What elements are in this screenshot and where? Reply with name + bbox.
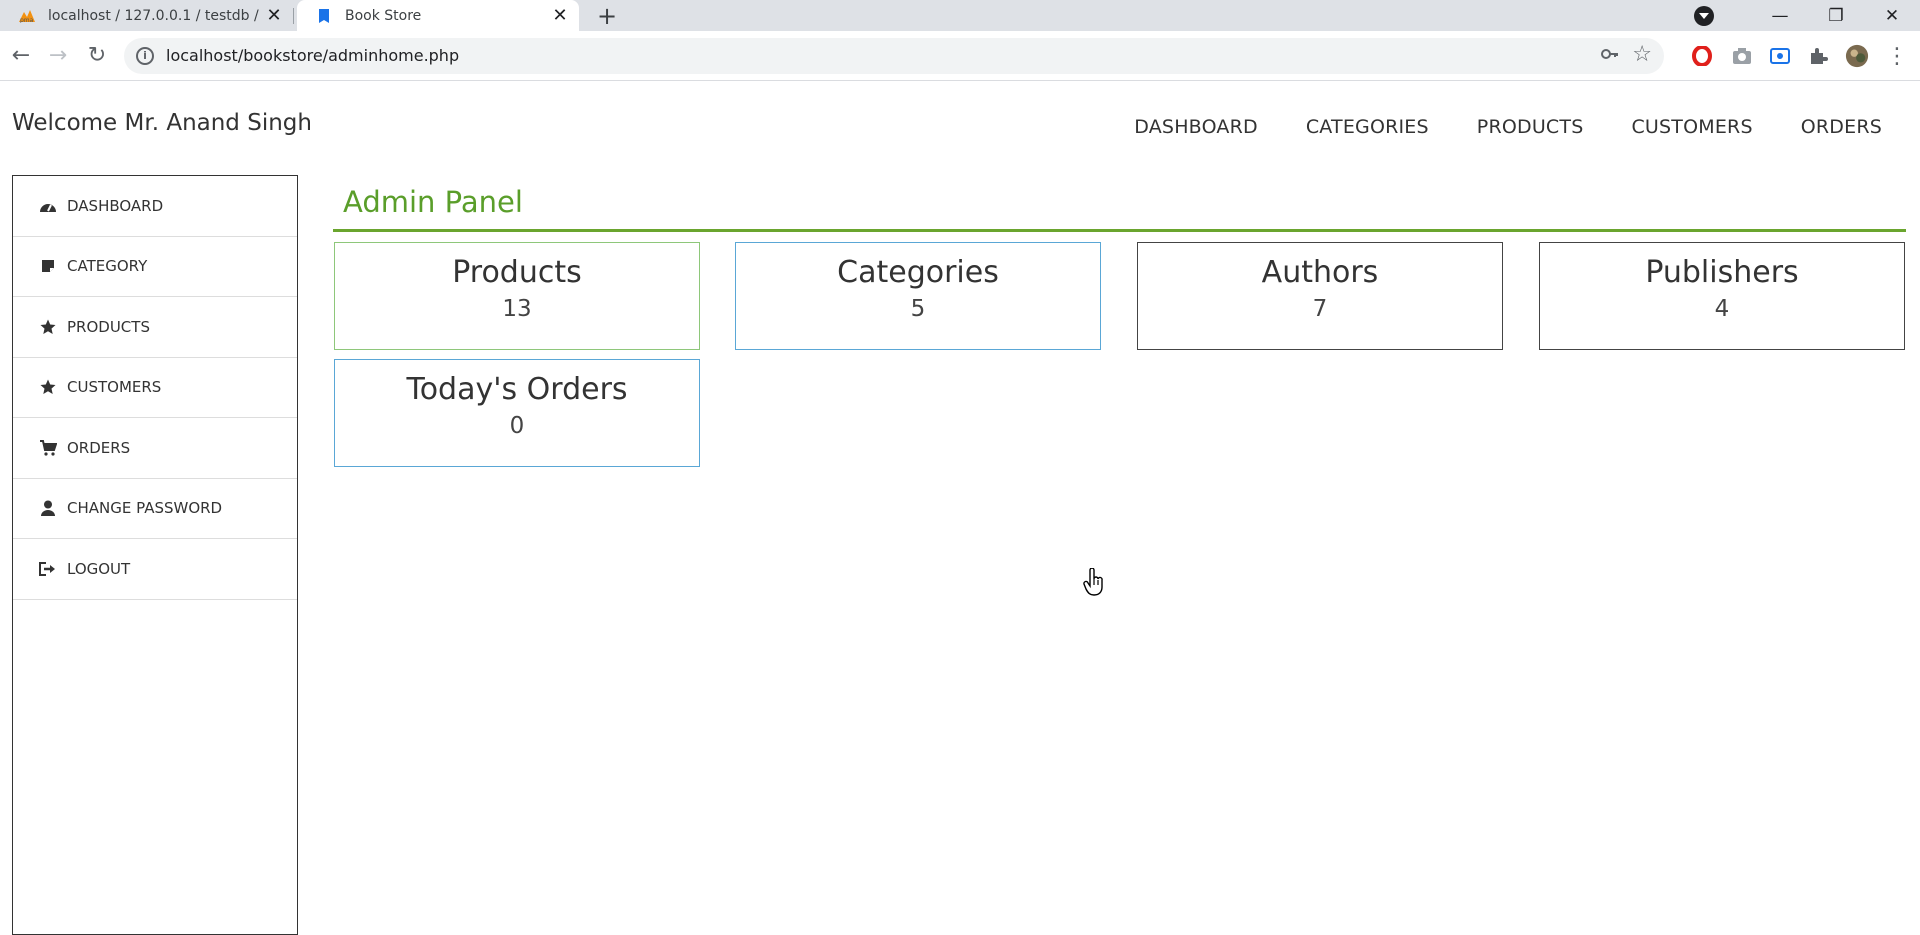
- sidebar-item-label: CUSTOMERS: [67, 378, 162, 397]
- card-title: Publishers: [1645, 255, 1799, 290]
- card-title: Today's Orders: [406, 372, 628, 407]
- browser-tab-bookstore[interactable]: Book Store ✕: [297, 0, 579, 31]
- topnav-customers-link[interactable]: CUSTOMERS: [1631, 116, 1752, 138]
- sidebar-item-label: ORDERS: [67, 438, 131, 457]
- card-value: 13: [502, 296, 532, 322]
- browser-tab-strip: pma localhost / 127.0.0.1 / testdb / or …: [0, 0, 1920, 31]
- cart-icon: [39, 439, 57, 457]
- tab-close-icon[interactable]: ✕: [263, 5, 285, 26]
- publishers-stat-card[interactable]: Publishers 4: [1539, 242, 1905, 350]
- topnav-categories-link[interactable]: CATEGORIES: [1306, 116, 1429, 138]
- address-bar[interactable]: i localhost/bookstore/adminhome.php ☆: [124, 38, 1664, 74]
- opera-extension-icon[interactable]: [1690, 44, 1714, 68]
- sidebar-item-orders[interactable]: ORDERS: [13, 418, 297, 479]
- forward-arrow-icon[interactable]: →: [43, 41, 73, 71]
- media-control-icon[interactable]: [1694, 5, 1714, 26]
- back-arrow-icon[interactable]: ←: [6, 41, 36, 71]
- card-value: 4: [1714, 296, 1730, 322]
- topnav-dashboard-link[interactable]: DASHBOARD: [1134, 116, 1258, 138]
- reload-icon[interactable]: ↻: [82, 41, 112, 71]
- title-divider: [333, 229, 1906, 232]
- sidebar-item-label: DASHBOARD: [67, 196, 164, 215]
- profile-avatar-icon[interactable]: [1845, 44, 1869, 68]
- sidebar-item-customers[interactable]: CUSTOMERS: [13, 358, 297, 418]
- dashboard-icon: [39, 197, 57, 215]
- admin-sidebar: DASHBOARD CATEGORY PRODUCTS CUSTOMERS OR…: [12, 175, 298, 935]
- bookmark-star-icon[interactable]: ☆: [1632, 42, 1652, 67]
- hand-cursor-icon: [1083, 567, 1105, 600]
- sidebar-item-category[interactable]: CATEGORY: [13, 237, 297, 297]
- tab-divider: [293, 8, 294, 24]
- card-value: 0: [509, 413, 525, 439]
- minimize-icon[interactable]: —: [1752, 6, 1808, 26]
- sidebar-item-label: PRODUCTS: [67, 317, 150, 336]
- card-value: 7: [1312, 296, 1328, 322]
- page-title: Admin Panel: [343, 185, 523, 219]
- browser-toolbar: ← → ↻ i localhost/bookstore/adminhome.ph…: [0, 31, 1920, 81]
- welcome-text: Welcome Mr. Anand Singh: [12, 110, 312, 136]
- user-icon: [39, 499, 57, 517]
- top-navigation: DASHBOARD CATEGORIES PRODUCTS CUSTOMERS …: [1134, 116, 1882, 138]
- sidebar-item-label: CATEGORY: [67, 257, 148, 276]
- categories-stat-card[interactable]: Categories 5: [735, 242, 1101, 350]
- book-favicon-icon: [315, 7, 333, 25]
- card-title: Products: [452, 255, 582, 290]
- sidebar-item-products[interactable]: PRODUCTS: [13, 297, 297, 358]
- logout-icon: [39, 560, 57, 578]
- svg-text:pma: pma: [20, 17, 34, 23]
- todays-orders-stat-card[interactable]: Today's Orders 0: [334, 359, 700, 467]
- site-info-icon[interactable]: i: [136, 47, 154, 65]
- browser-menu-icon[interactable]: ⋮: [1885, 44, 1909, 69]
- topnav-orders-link[interactable]: ORDERS: [1801, 116, 1882, 138]
- sidebar-item-logout[interactable]: LOGOUT: [13, 539, 297, 600]
- star-icon: [39, 318, 57, 336]
- tab-close-icon[interactable]: ✕: [549, 5, 571, 26]
- camera-extension-icon[interactable]: [1730, 44, 1754, 68]
- star-icon: [39, 378, 57, 396]
- category-icon: [39, 257, 57, 275]
- tab-title: Book Store: [345, 7, 422, 24]
- key-icon[interactable]: [1600, 44, 1620, 69]
- extensions-puzzle-icon[interactable]: [1806, 44, 1830, 68]
- url-text[interactable]: localhost/bookstore/adminhome.php: [166, 38, 459, 74]
- sidebar-item-change-password[interactable]: CHANGE PASSWORD: [13, 479, 297, 539]
- products-stat-card[interactable]: Products 13: [334, 242, 700, 350]
- new-tab-button[interactable]: +: [592, 2, 622, 30]
- phpmyadmin-favicon-icon: pma: [18, 7, 36, 25]
- card-title: Categories: [837, 255, 999, 290]
- browser-tab-phpmyadmin[interactable]: pma localhost / 127.0.0.1 / testdb / or …: [0, 0, 293, 31]
- tab-title: localhost / 127.0.0.1 / testdb / or: [48, 7, 263, 24]
- screen-record-extension-icon[interactable]: [1768, 44, 1792, 68]
- card-value: 5: [910, 296, 926, 322]
- sidebar-item-dashboard[interactable]: DASHBOARD: [13, 176, 297, 237]
- close-window-icon[interactable]: ✕: [1864, 6, 1920, 26]
- topnav-products-link[interactable]: PRODUCTS: [1477, 116, 1584, 138]
- window-controls: — ❐ ✕: [1694, 0, 1920, 31]
- restore-icon[interactable]: ❐: [1808, 6, 1864, 26]
- sidebar-item-label: LOGOUT: [67, 559, 131, 578]
- sidebar-item-label: CHANGE PASSWORD: [67, 499, 223, 518]
- authors-stat-card[interactable]: Authors 7: [1137, 242, 1503, 350]
- card-title: Authors: [1261, 255, 1379, 290]
